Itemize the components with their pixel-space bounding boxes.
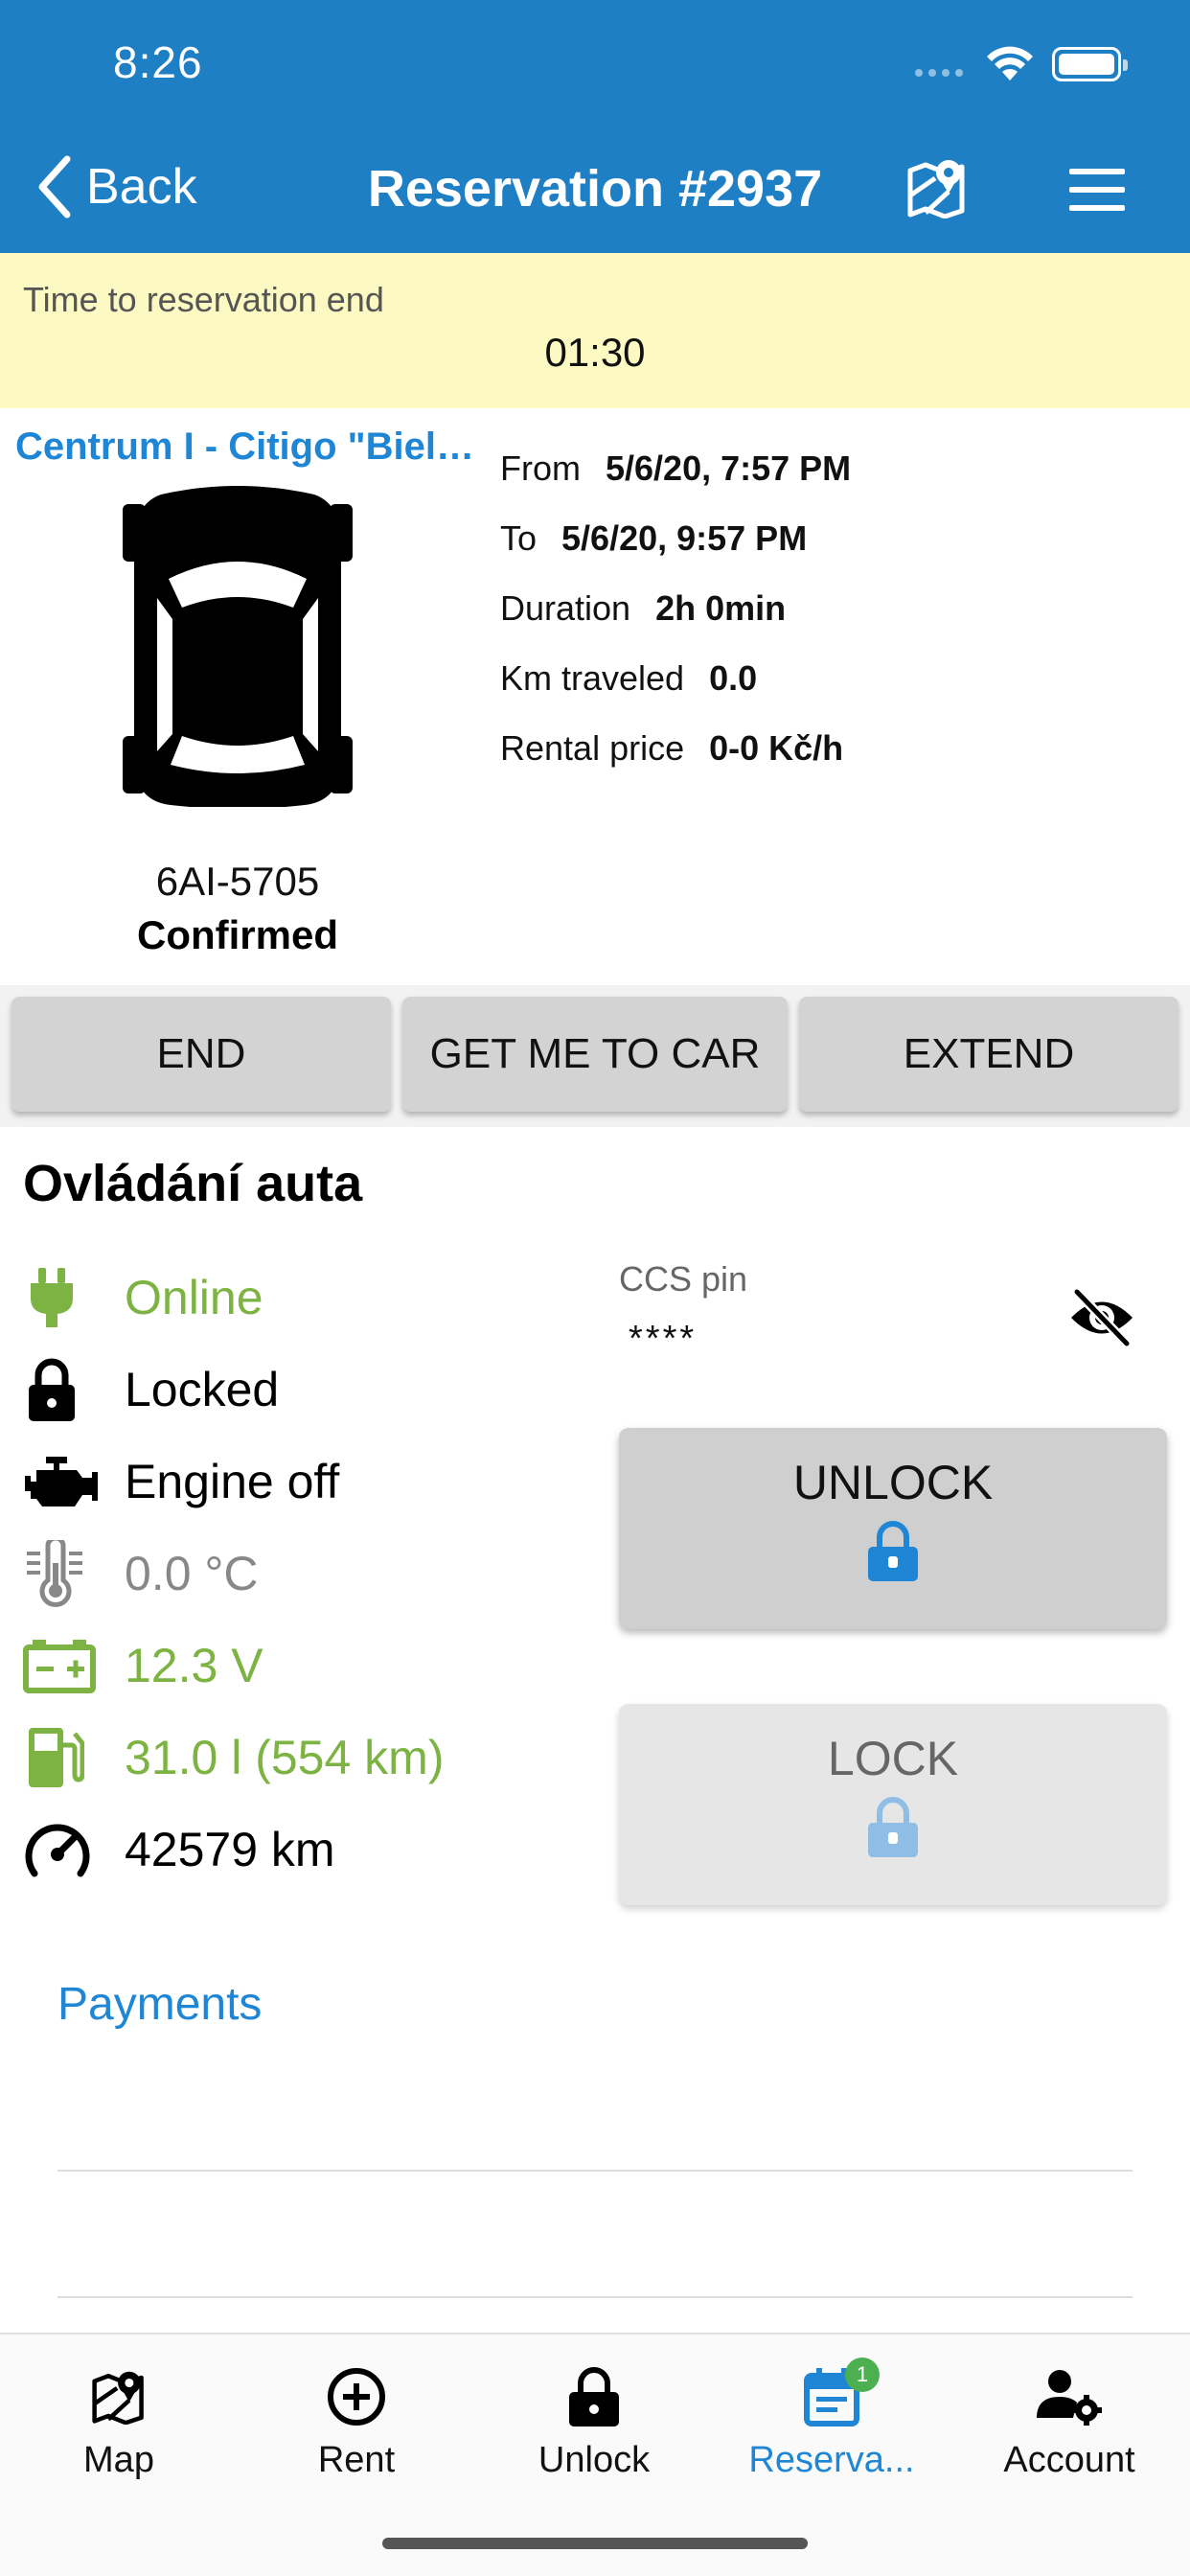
lock-icon	[868, 1797, 918, 1857]
status-fuel: 31.0 l (554 km)	[23, 1712, 560, 1804]
status-locked: Locked	[23, 1344, 560, 1436]
tab-label: Reserva...	[748, 2440, 915, 2480]
reservation-status: Confirmed	[137, 912, 338, 957]
detail-rental-price: Rental price 0-0 Kč/h	[500, 713, 851, 783]
page-title: Reservation #2937	[367, 160, 823, 218]
wifi-icon	[987, 46, 1033, 80]
user-gear-icon	[1037, 2370, 1102, 2426]
status-online: Online	[23, 1252, 560, 1344]
unlock-button[interactable]: UNLOCK	[619, 1428, 1167, 1629]
eye-slash-icon[interactable]	[1067, 1286, 1136, 1349]
get-me-to-car-button[interactable]: GET ME TO CAR	[402, 997, 788, 1112]
car-icon	[123, 486, 353, 807]
detail-km-traveled: Km traveled 0.0	[500, 643, 851, 713]
action-bar: END GET ME TO CAR EXTEND	[0, 985, 1190, 1127]
car-name[interactable]: Centrum I - Citigo "Biele...	[15, 426, 475, 469]
payments-link[interactable]: Payments	[57, 1978, 262, 2031]
reservation-timer-bar: Time to reservation end 01:30	[0, 253, 1190, 408]
tab-label: Unlock	[538, 2440, 651, 2480]
detail-label: Km traveled	[500, 657, 685, 698]
speedometer-icon	[23, 1816, 102, 1883]
detail-duration: Duration 2h 0min	[500, 573, 851, 643]
tab-map[interactable]: Map	[0, 2363, 238, 2481]
notification-badge: 1	[845, 2358, 880, 2392]
map-icon[interactable]	[906, 157, 968, 218]
lock-icon	[569, 2367, 619, 2426]
divider	[57, 2296, 1133, 2298]
detail-value: 0-0 Kč/h	[709, 727, 844, 768]
ccs-pin-value: ****	[629, 1319, 698, 1359]
detail-from: From 5/6/20, 7:57 PM	[500, 433, 851, 503]
cellular-signal-icon	[915, 69, 963, 77]
detail-label: Duration	[500, 587, 631, 628]
tab-label: Account	[1003, 2440, 1135, 2480]
tab-account[interactable]: Account	[950, 2363, 1188, 2481]
timer-value: 01:30	[544, 330, 646, 375]
hamburger-menu-icon[interactable]	[1069, 169, 1125, 211]
detail-value: 0.0	[709, 657, 758, 698]
battery-icon	[1052, 47, 1128, 81]
status-temperature: 0.0 °C	[23, 1528, 560, 1620]
status-text: Locked	[125, 1363, 280, 1416]
reservation-details: From 5/6/20, 7:57 PM To 5/6/20, 9:57 PM …	[500, 433, 851, 783]
divider	[57, 2170, 1133, 2172]
detail-label: To	[500, 518, 538, 558]
license-plate: 6AI-5705	[155, 859, 320, 904]
tab-label: Map	[83, 2440, 154, 2480]
status-battery: 12.3 V	[23, 1620, 560, 1712]
status-text: 31.0 l (554 km)	[125, 1731, 445, 1784]
unlock-label: UNLOCK	[792, 1456, 994, 1509]
status-odometer: 42579 km	[23, 1804, 560, 1896]
map-icon	[92, 2371, 144, 2425]
lock-label: LOCK	[827, 1732, 959, 1785]
tab-reservations[interactable]: 1 Reserva...	[713, 2358, 950, 2481]
section-title: Ovládání auta	[23, 1155, 363, 1212]
status-text: 12.3 V	[125, 1639, 263, 1692]
plus-circle-icon	[328, 2368, 385, 2426]
lock-icon	[23, 1356, 102, 1423]
end-button[interactable]: END	[11, 997, 391, 1112]
app-header: 8:26 Back Reservation #2937	[0, 0, 1190, 253]
detail-label: Rental price	[500, 727, 685, 768]
status-time: 8:26	[113, 37, 203, 87]
lock-icon	[868, 1521, 918, 1581]
thermometer-icon	[23, 1540, 102, 1607]
detail-value: 2h 0min	[655, 587, 787, 628]
detail-value: 5/6/20, 7:57 PM	[606, 448, 852, 488]
ccs-pin-label: CCS pin	[619, 1259, 748, 1299]
timer-label: Time to reservation end	[23, 280, 384, 319]
detail-label: From	[500, 448, 581, 488]
tab-rent[interactable]: Rent	[238, 2363, 475, 2481]
status-text: Engine off	[125, 1455, 340, 1508]
status-text: 0.0 °C	[125, 1547, 259, 1600]
lock-button[interactable]: LOCK	[619, 1704, 1167, 1905]
home-indicator[interactable]	[382, 2538, 808, 2549]
extend-button[interactable]: EXTEND	[799, 997, 1179, 1112]
fuel-pump-icon	[23, 1724, 102, 1791]
tab-label: Rent	[317, 2440, 396, 2480]
tab-unlock[interactable]: Unlock	[475, 2363, 713, 2481]
battery-icon	[23, 1632, 102, 1699]
detail-to: To 5/6/20, 9:57 PM	[500, 503, 851, 573]
status-engine: Engine off	[23, 1436, 560, 1528]
plug-icon	[23, 1264, 102, 1331]
detail-value: 5/6/20, 9:57 PM	[561, 518, 808, 558]
engine-icon	[23, 1448, 102, 1515]
status-text: 42579 km	[125, 1823, 335, 1876]
status-text: Online	[125, 1271, 263, 1324]
